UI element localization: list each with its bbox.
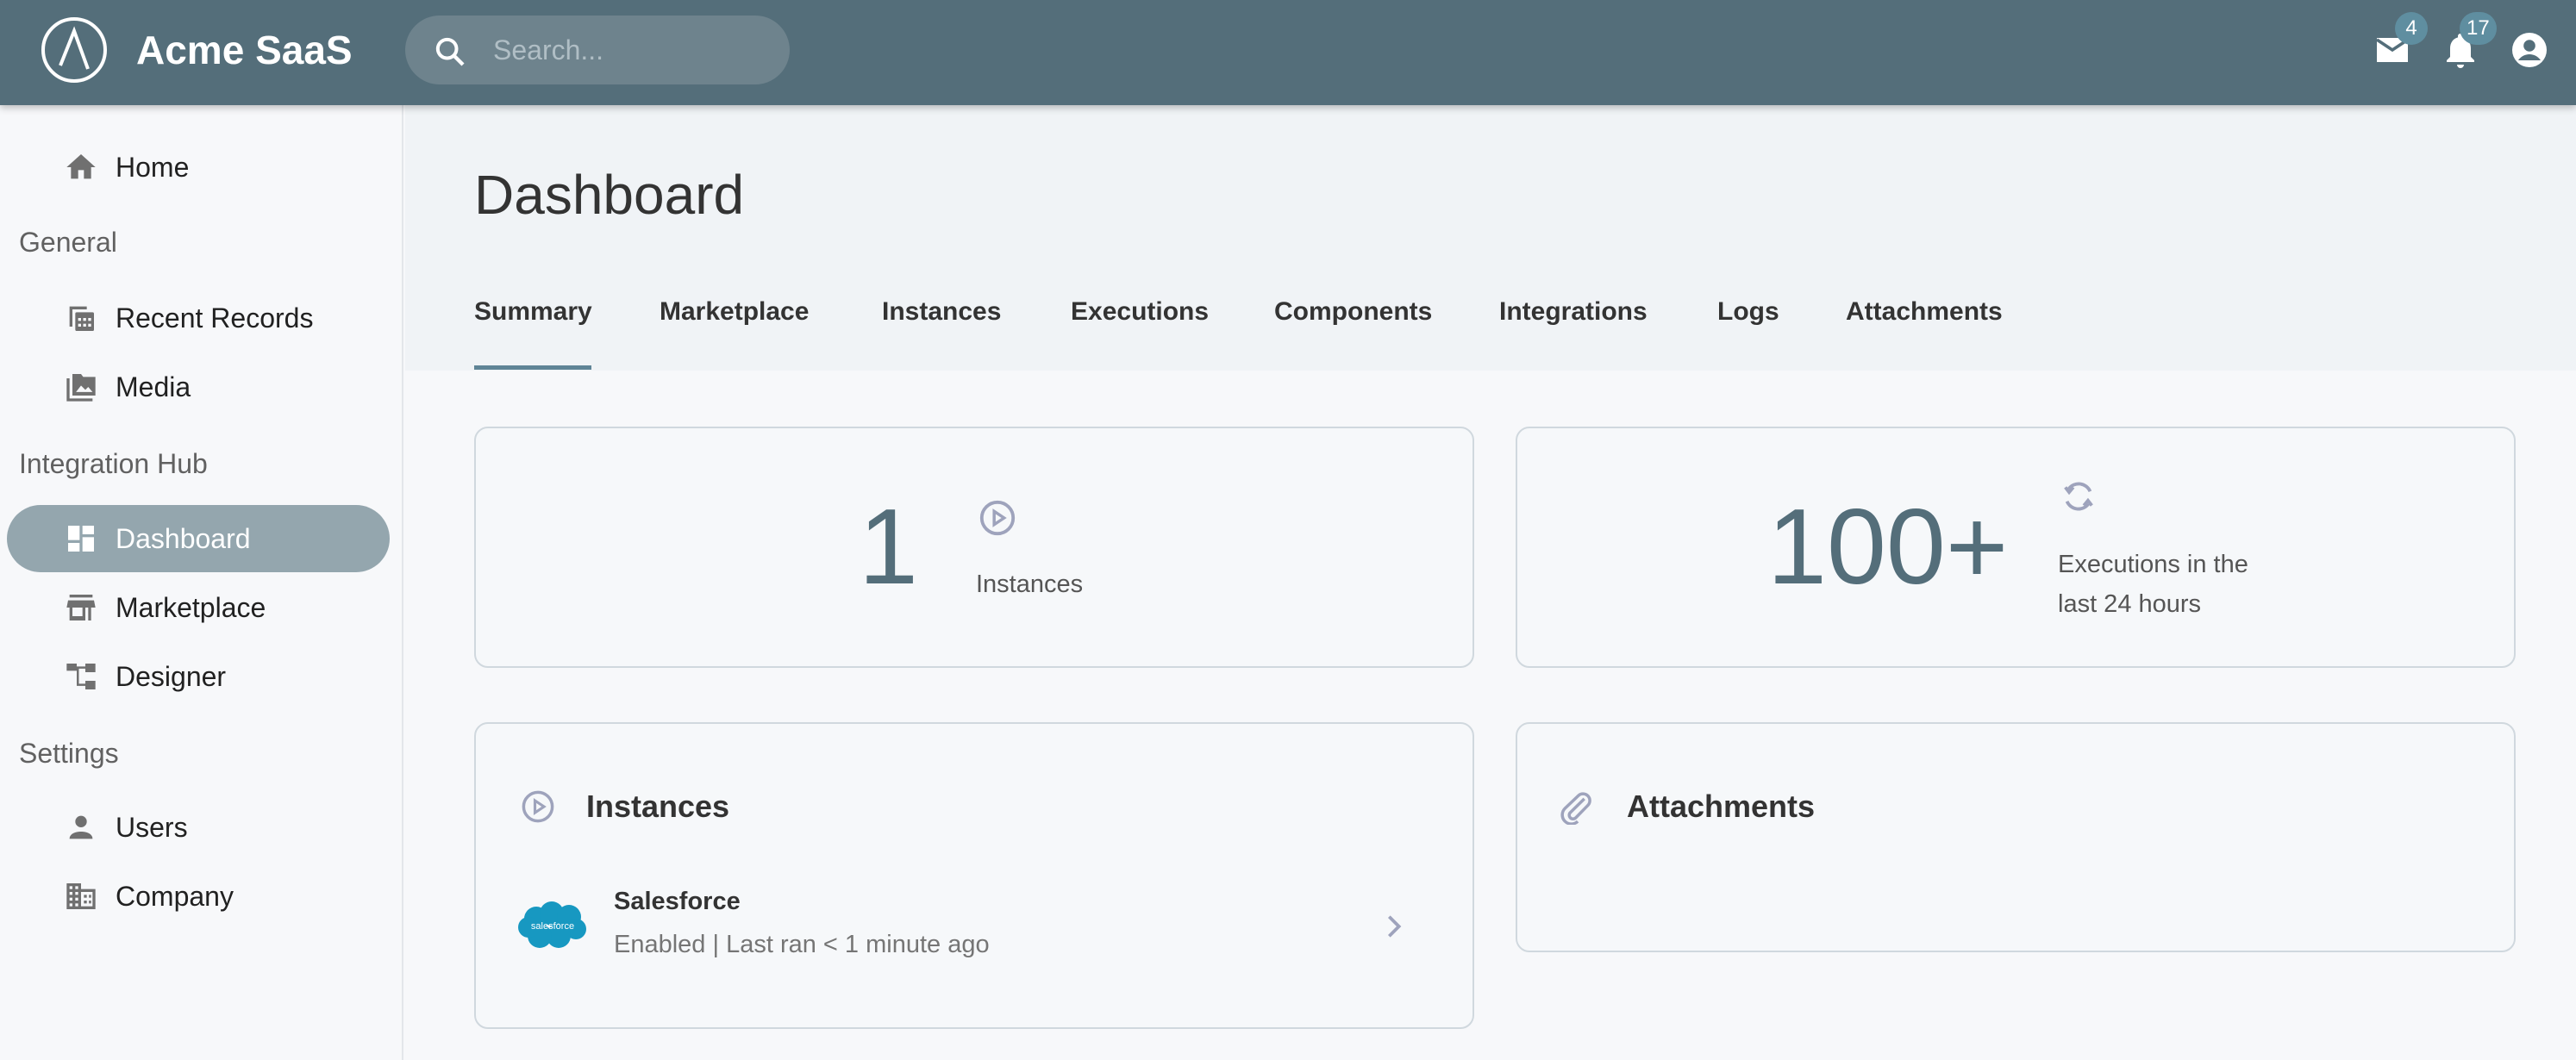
sidebar-item-label: Marketplace (116, 592, 266, 623)
sidebar-item-label: Users (116, 812, 188, 843)
tab-summary[interactable]: Summary (474, 295, 592, 329)
sidebar-item-dashboard[interactable]: Dashboard (7, 505, 390, 572)
play-circle-icon (979, 500, 1016, 536)
instances-stat-card[interactable] (474, 427, 1474, 668)
designer-icon (66, 664, 96, 689)
sidebar-item-company[interactable]: Company (7, 863, 390, 930)
play-circle-icon (522, 790, 554, 823)
executions-stat-label-line2: last 24 hours (2058, 590, 2202, 618)
instance-name: Salesforce (614, 888, 741, 915)
sidebar-item-media[interactable]: Media (7, 353, 390, 421)
instance-list-item[interactable]: salesforce Salesforce Enabled | Last ran… (509, 879, 1457, 974)
dashboard-icon (68, 526, 94, 552)
mail-count-badge: 4 (2395, 12, 2428, 45)
sidebar-item-label: Home (116, 152, 190, 183)
sidebar-section-general: General (19, 227, 117, 258)
paperclip-icon (1560, 792, 1591, 825)
media-icon (66, 374, 96, 402)
instances-stat-value: 1 (859, 488, 918, 607)
account-circle-icon[interactable] (2509, 29, 2550, 71)
tab-components[interactable]: Components (1274, 295, 1432, 329)
building-icon (66, 883, 96, 909)
search-box[interactable] (405, 16, 790, 84)
sidebar-item-label: Media (116, 371, 191, 402)
instances-card-title: Instances (586, 789, 730, 824)
recent-records-icon (69, 306, 94, 331)
app-logo-icon[interactable] (40, 16, 109, 84)
tab-executions[interactable]: Executions (1071, 295, 1209, 329)
instances-card (474, 722, 1474, 1029)
app-brand-name[interactable]: Acme SaaS (136, 24, 353, 76)
sidebar-item-home[interactable]: Home (7, 134, 390, 201)
sidebar-item-label: Company (116, 881, 234, 912)
search-icon (435, 37, 465, 66)
search-input[interactable] (493, 29, 769, 71)
sidebar-item-users[interactable]: Users (7, 794, 390, 861)
sidebar-item-label: Recent Records (116, 302, 314, 334)
attachments-card-title: Attachments (1627, 789, 1816, 824)
tab-instances[interactable]: Instances (882, 295, 1001, 329)
sidebar-section-settings: Settings (19, 738, 119, 769)
sidebar-item-label: Designer (116, 661, 227, 692)
executions-stat-label-line1: Executions in the (2058, 551, 2248, 578)
tab-logs[interactable]: Logs (1717, 295, 1779, 329)
salesforce-logo: salesforce (518, 901, 586, 948)
page-header (405, 105, 2576, 371)
notification-count-badge: 17 (2460, 12, 2497, 45)
tab-integrations[interactable]: Integrations (1499, 295, 1648, 329)
instance-status: Enabled | Last ran < 1 minute ago (614, 931, 990, 958)
attachments-card (1516, 722, 2516, 952)
tab-marketplace[interactable]: Marketplace (660, 295, 809, 329)
sidebar-item-label: Dashboard (116, 523, 251, 554)
sync-icon (2064, 482, 2093, 511)
person-icon (69, 815, 93, 839)
instances-stat-label: Instances (976, 571, 1084, 598)
salesforce-logo-text: salesforce (531, 921, 574, 932)
page-title: Dashboard (474, 164, 745, 226)
executions-stat-value: 100+ (1767, 488, 2009, 607)
chevron-right-icon[interactable] (1384, 912, 1404, 941)
top-bar: Acme SaaS 4 17 (0, 0, 2576, 105)
sidebar-item-marketplace[interactable]: Marketplace (7, 574, 390, 641)
store-icon (66, 595, 96, 620)
executions-stat-card[interactable] (1516, 427, 2516, 668)
sidebar-section-integration-hub: Integration Hub (19, 448, 208, 479)
home-icon (66, 154, 96, 179)
tab-attachments[interactable]: Attachments (1846, 295, 2003, 329)
sidebar-item-designer[interactable]: Designer (7, 643, 390, 710)
active-tab-indicator (474, 365, 591, 370)
sidebar-item-recent-records[interactable]: Recent Records (7, 284, 390, 352)
